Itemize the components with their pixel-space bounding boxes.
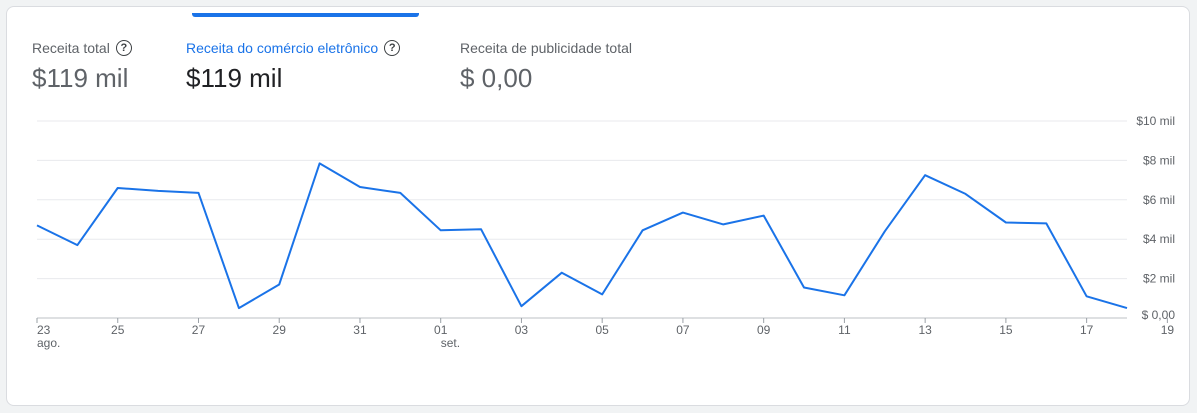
x-tick-label: 13 <box>918 323 932 337</box>
x-tick-label: 23 <box>37 323 51 337</box>
x-tick-label: 31 <box>353 323 367 337</box>
x-tick-label: 05 <box>596 323 610 337</box>
series-line <box>36 162 1128 310</box>
x-tick-label: 15 <box>999 323 1013 337</box>
x-tick-label: 07 <box>676 323 690 337</box>
x-tick-label: 27 <box>192 323 206 337</box>
y-tick-label: $6 mil <box>1143 193 1175 207</box>
revenue-card: Receita total ? $119 mil Receita do comé… <box>6 6 1190 406</box>
y-tick-label: $ 0,00 <box>1142 308 1176 322</box>
x-tick-label: 01 <box>434 323 448 337</box>
x-tick-label: 25 <box>111 323 125 337</box>
y-tick-label: $4 mil <box>1143 232 1175 246</box>
x-tick-month-label: set. <box>441 336 460 350</box>
y-tick-label: $2 mil <box>1143 272 1175 286</box>
y-tick-label: $10 mil <box>1136 114 1175 128</box>
x-tick-month-label: ago. <box>37 336 60 350</box>
x-tick-label: 11 <box>838 323 851 337</box>
x-tick-label: 19 <box>1161 323 1175 337</box>
x-tick-label: 29 <box>273 323 287 337</box>
revenue-line-chart: $ 0,00 $2 mil $4 mil $6 mil $8 mil $10 mil 23a… <box>36 114 1176 350</box>
x-tick-label: 17 <box>1080 323 1094 337</box>
x-tick-label: 09 <box>757 323 771 337</box>
y-tick-label: $8 mil <box>1143 153 1175 167</box>
x-tick-label: 03 <box>515 323 529 337</box>
